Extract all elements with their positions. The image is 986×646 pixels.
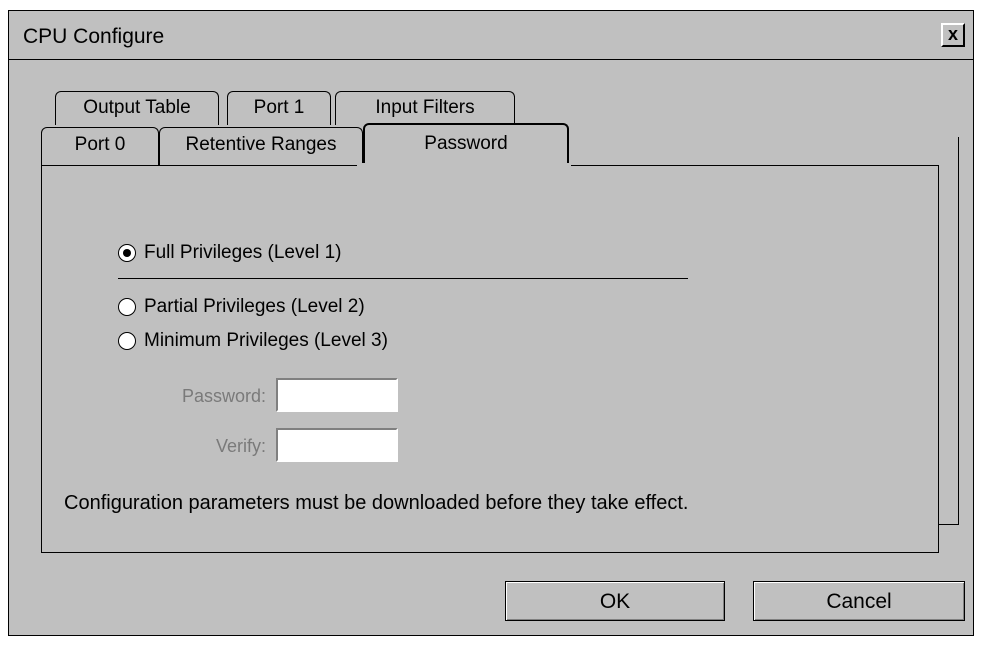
radio-full-privileges[interactable]: Full Privileges (Level 1) <box>118 242 341 264</box>
radio-button-icon <box>118 332 136 350</box>
radio-button-icon <box>118 244 136 262</box>
radio-button-icon <box>118 298 136 316</box>
tab-label: Password <box>424 133 508 154</box>
tab-label: Port 0 <box>74 134 126 155</box>
tab-mask <box>357 163 571 167</box>
ok-button[interactable]: OK <box>505 581 725 621</box>
separator <box>118 278 688 279</box>
cancel-button[interactable]: Cancel <box>753 581 965 621</box>
close-icon: x <box>947 24 958 44</box>
password-field[interactable] <box>276 378 398 412</box>
tab-label: Input Filters <box>375 97 475 118</box>
verify-field[interactable] <box>276 428 398 462</box>
radio-partial-privileges[interactable]: Partial Privileges (Level 2) <box>118 296 365 318</box>
tab-input-filters[interactable]: Input Filters <box>335 91 515 125</box>
radio-label: Full Privileges (Level 1) <box>144 242 342 263</box>
close-button[interactable]: x <box>941 23 965 47</box>
window-title: CPU Configure <box>23 25 165 48</box>
radio-label: Minimum Privileges (Level 3) <box>144 330 388 351</box>
verify-label: Verify: <box>215 436 266 456</box>
tab-port-1[interactable]: Port 1 <box>227 91 331 125</box>
tab-password[interactable]: Password <box>363 123 569 167</box>
radio-label: Partial Privileges (Level 2) <box>144 296 365 317</box>
tab-label: Retentive Ranges <box>185 134 337 155</box>
password-tab-panel: Full Privileges (Level 1) Partial Privil… <box>41 165 939 553</box>
tab-retentive-ranges[interactable]: Retentive Ranges <box>159 127 363 165</box>
cpu-configure-dialog: CPU Configure x Output Table Port 1 Inpu… <box>8 10 974 636</box>
tab-label: Output Table <box>83 97 191 118</box>
info-message: Configuration parameters must be downloa… <box>64 492 689 514</box>
tab-label: Port 1 <box>253 97 305 118</box>
tab-output-table[interactable]: Output Table <box>55 91 219 125</box>
title-bar: CPU Configure x <box>9 11 973 60</box>
password-label: Password: <box>181 386 266 406</box>
tab-port-0[interactable]: Port 0 <box>41 127 159 165</box>
radio-minimum-privileges[interactable]: Minimum Privileges (Level 3) <box>118 330 388 352</box>
